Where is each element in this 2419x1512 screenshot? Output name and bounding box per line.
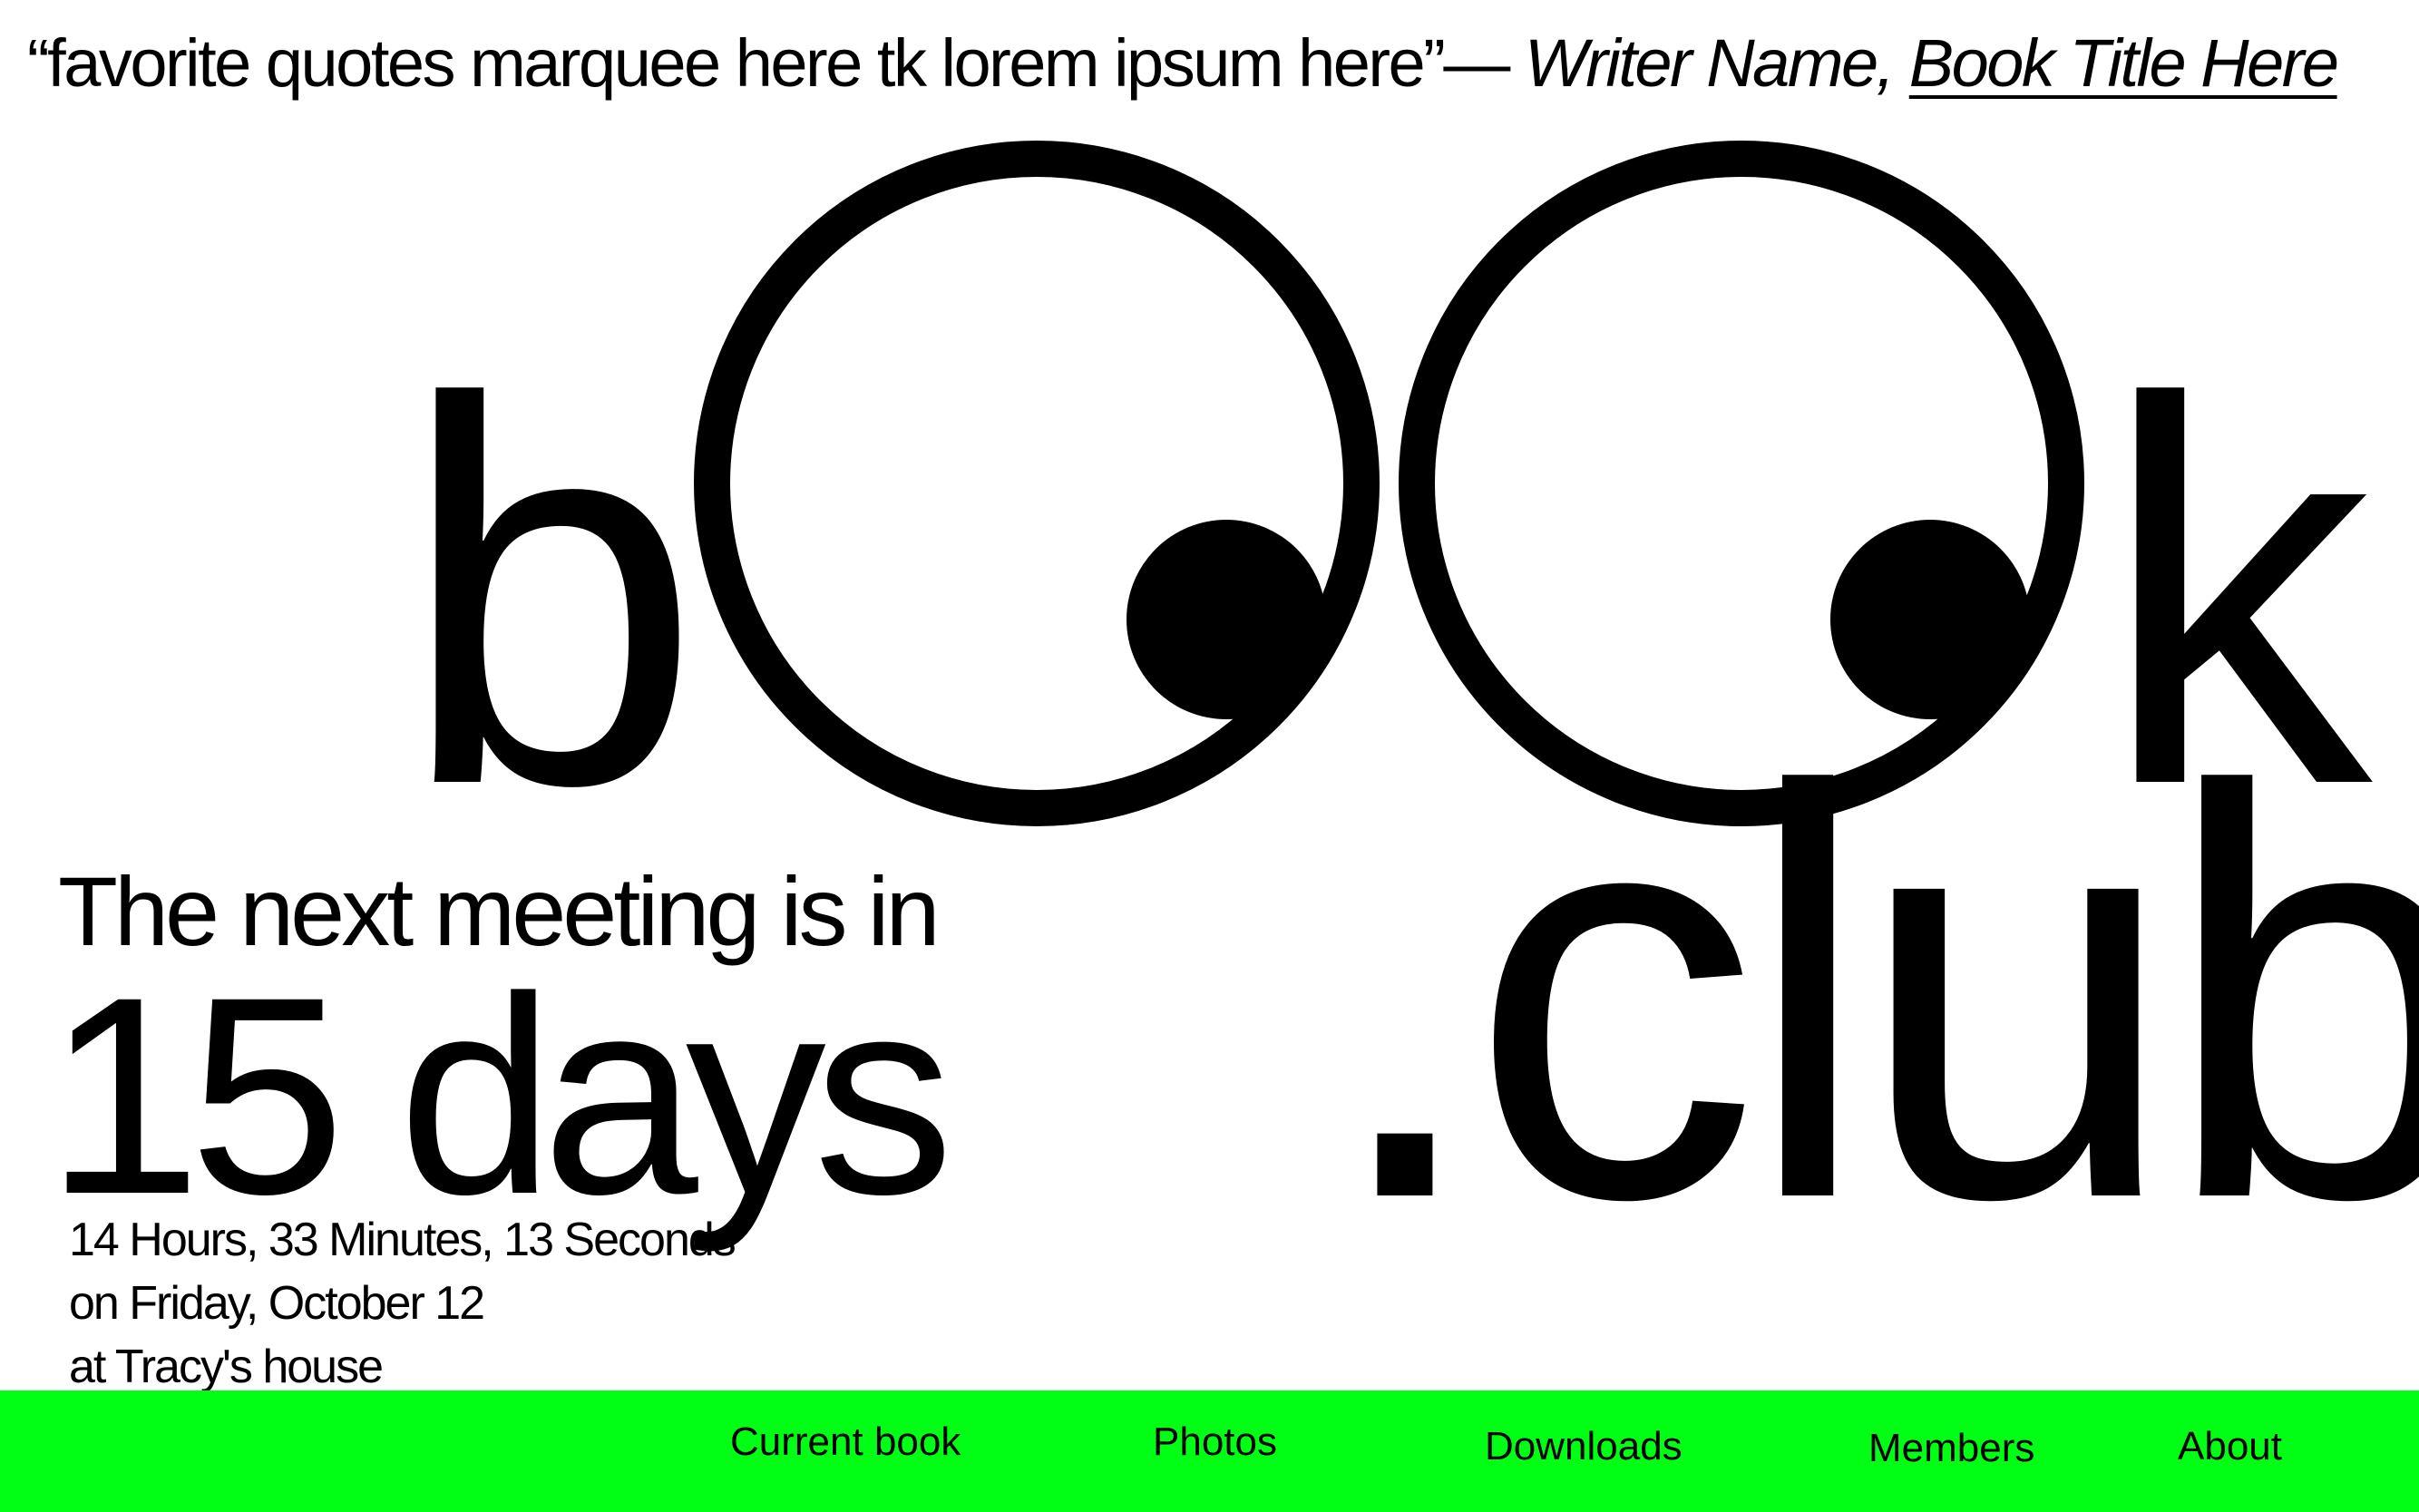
logo-letter-b: b xyxy=(399,290,702,898)
nav-current-book[interactable]: Current book xyxy=(730,1410,961,1474)
bottom-nav: Current book Photos Downloads Members Ab… xyxy=(0,1390,2419,1512)
nav-downloads[interactable]: Downloads xyxy=(1485,1415,1683,1478)
days-count: 15 days xyxy=(45,938,954,1253)
time-remaining: 14 Hours, 33 Minutes, 13 Seconds xyxy=(69,1214,736,1266)
page: “favorite quotes marquee here tk lorem i… xyxy=(0,0,2419,1512)
left-eye-icon xyxy=(694,141,1380,826)
meeting-date: on Friday, October 12 xyxy=(69,1277,485,1330)
nav-members[interactable]: Members xyxy=(1868,1417,2034,1480)
meeting-details: 14 Hours, 33 Minutes, 13 Seconds on Frid… xyxy=(69,1208,736,1399)
meeting-countdown: The next meeting is in 15 days 14 Hours,… xyxy=(45,862,1056,1394)
meeting-location: at Tracy's house xyxy=(69,1341,384,1393)
nav-photos[interactable]: Photos xyxy=(1153,1410,1277,1474)
logo-club: .club xyxy=(1324,670,2419,1319)
left-eye-pupil xyxy=(1127,520,1326,719)
nav-about[interactable]: About xyxy=(2178,1415,2282,1478)
